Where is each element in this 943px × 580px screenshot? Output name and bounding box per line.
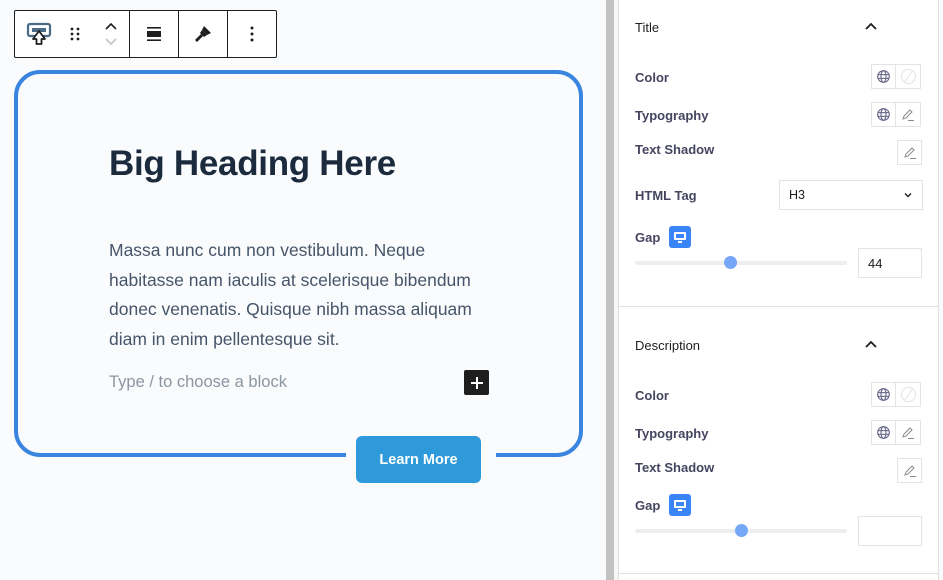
pencil-icon: [902, 108, 914, 121]
editor-canvas: Big Heading Here Massa nunc cum non vest…: [0, 0, 606, 580]
title-gap-device-button[interactable]: [669, 226, 691, 248]
toolbar-group-block: [15, 11, 130, 57]
block-toolbar: [14, 10, 277, 58]
description-gap-device-button[interactable]: [669, 494, 691, 516]
style-brush-button[interactable]: [179, 11, 227, 57]
block-mover: [93, 11, 129, 57]
move-up-icon[interactable]: [104, 22, 118, 32]
description-color-controls: [871, 382, 921, 407]
description-panel: Description Color Typography Text Shadow: [619, 318, 939, 574]
title-gap-label: Gap: [635, 230, 661, 245]
title-typography-controls: [871, 102, 921, 127]
title-panel: Title Color Typography Text Shadow HTML …: [619, 0, 939, 307]
description-typography-controls: [871, 420, 921, 445]
description-gap-slider-thumb[interactable]: [734, 524, 748, 537]
drag-handle-icon: [70, 27, 80, 41]
empty-color-icon: [900, 68, 916, 85]
description-gap-input[interactable]: [858, 516, 922, 546]
plus-icon: [470, 376, 483, 389]
pencil-icon: [902, 426, 914, 439]
chevron-up-icon[interactable]: [863, 337, 879, 353]
learn-more-button[interactable]: Learn More: [356, 436, 481, 483]
button-wrapper: Learn More: [346, 436, 496, 484]
description-gap-label: Gap: [635, 498, 661, 513]
block-description[interactable]: Massa nunc cum non vestibulum. Neque hab…: [109, 236, 504, 354]
description-typography-label: Typography: [635, 426, 709, 441]
html-tag-label: HTML Tag: [635, 188, 697, 203]
title-color-global-button[interactable]: [871, 64, 896, 89]
globe-icon: [877, 426, 890, 439]
description-gap-slider[interactable]: [635, 524, 847, 537]
title-typography-edit-button[interactable]: [896, 102, 921, 127]
panel-resize-handle[interactable]: [606, 0, 614, 580]
title-gap-slider[interactable]: [635, 256, 847, 269]
description-color-label: Color: [635, 388, 669, 403]
title-color-controls: [871, 64, 921, 89]
block-heading[interactable]: Big Heading Here: [109, 144, 396, 184]
block-appender-placeholder[interactable]: Type / to choose a block: [109, 373, 287, 392]
globe-icon: [877, 108, 890, 121]
title-gap-slider-thumb[interactable]: [723, 256, 737, 269]
title-typography-label: Typography: [635, 108, 709, 123]
title-color-swatch[interactable]: [896, 64, 921, 89]
more-options-button[interactable]: [228, 11, 276, 57]
title-panel-heading[interactable]: Title: [635, 20, 659, 35]
globe-icon: [877, 388, 890, 401]
align-icon: [147, 27, 161, 41]
more-options-icon: [250, 26, 254, 42]
description-panel-heading[interactable]: Description: [635, 338, 700, 353]
description-typography-edit-button[interactable]: [896, 420, 921, 445]
description-text-shadow-label: Text Shadow: [635, 460, 715, 475]
style-brush-icon: [195, 26, 211, 42]
chevron-up-icon[interactable]: [863, 19, 879, 35]
toolbar-group-style: [179, 11, 228, 57]
settings-sidebar: Title Color Typography Text Shadow HTML …: [619, 0, 939, 580]
pencil-icon: [903, 464, 916, 477]
title-text-shadow-edit-button[interactable]: [897, 140, 922, 165]
drag-handle-button[interactable]: [57, 11, 93, 57]
toolbar-group-more: [228, 11, 276, 57]
toolbar-group-align: [130, 11, 179, 57]
title-text-shadow-label: Text Shadow: [635, 142, 715, 157]
pencil-icon: [903, 146, 916, 159]
description-color-global-button[interactable]: [871, 382, 896, 407]
move-down-icon[interactable]: [104, 36, 118, 46]
desktop-icon: [674, 499, 686, 511]
block-type-icon: [26, 22, 52, 45]
description-color-swatch[interactable]: [896, 382, 921, 407]
align-button[interactable]: [130, 11, 178, 57]
chevron-down-icon: [904, 193, 912, 198]
title-gap-input[interactable]: 44: [858, 248, 922, 278]
selected-block-card[interactable]: Big Heading Here Massa nunc cum non vest…: [14, 70, 583, 457]
block-type-button[interactable]: [21, 11, 57, 57]
add-block-button[interactable]: [464, 370, 489, 395]
desktop-icon: [674, 231, 686, 243]
html-tag-value: H3: [789, 188, 805, 202]
description-typography-global-button[interactable]: [871, 420, 896, 445]
html-tag-select[interactable]: H3: [779, 180, 923, 210]
title-color-label: Color: [635, 70, 669, 85]
globe-icon: [877, 70, 890, 83]
title-typography-global-button[interactable]: [871, 102, 896, 127]
empty-color-icon: [900, 386, 916, 403]
description-text-shadow-edit-button[interactable]: [897, 458, 922, 483]
